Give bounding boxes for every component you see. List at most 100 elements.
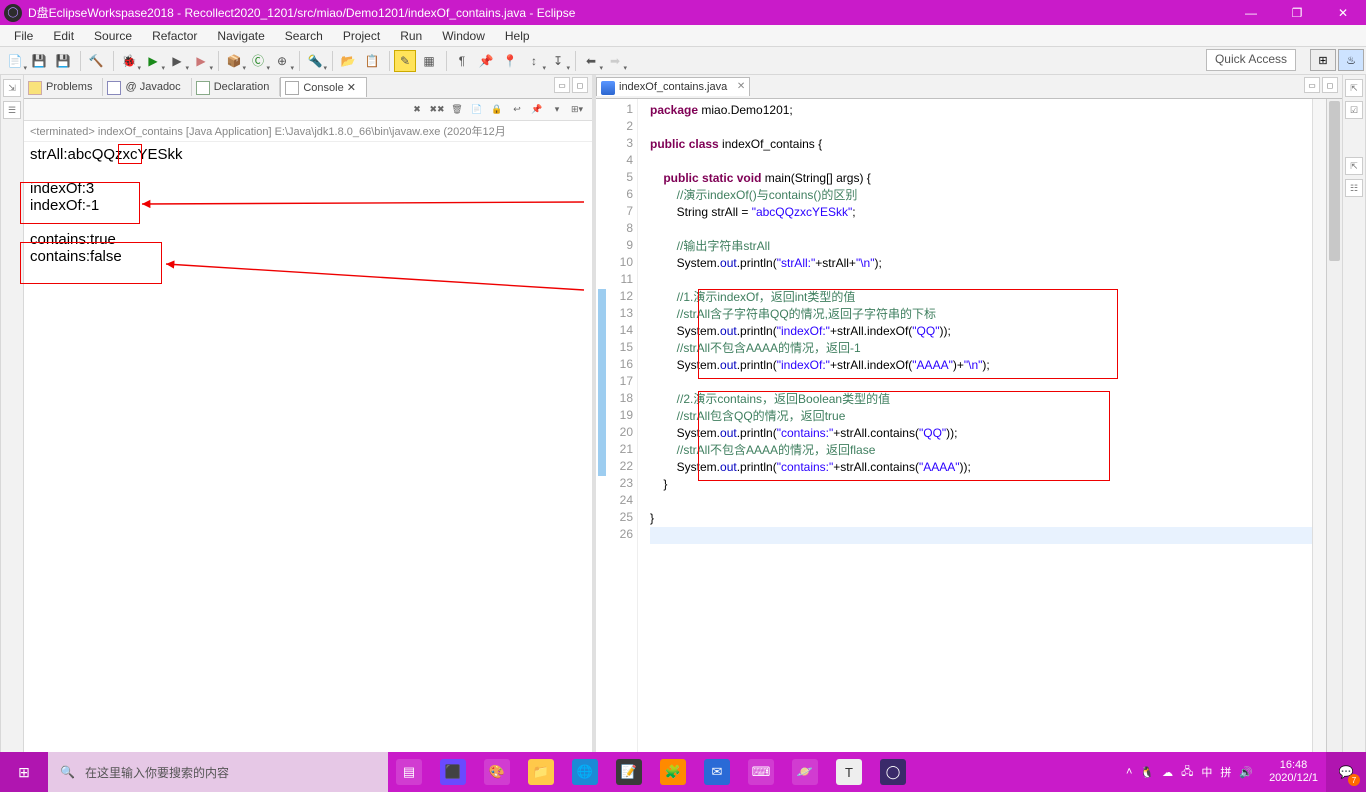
scroll-lock-icon[interactable]: 🔒 <box>488 101 506 119</box>
bottom-view-tabs: Problems @ Javadoc Declaration Console ✕… <box>24 75 592 99</box>
system-tray[interactable]: ˄ 🐧 ☁ 🖧 中 拼 🔊 <box>1126 763 1261 782</box>
remove-all-icon[interactable]: 🗑 <box>448 101 466 119</box>
taskbar-search[interactable]: 🔍 在这里输入你要搜索的内容 <box>48 752 388 792</box>
search-button[interactable]: 🔦 <box>304 50 326 72</box>
action-center-button[interactable]: 💬7 <box>1326 752 1366 792</box>
app-sogou-icon[interactable]: ⌨ <box>748 759 774 785</box>
forward-button[interactable]: ➡ <box>604 50 626 72</box>
tray-ime-lang[interactable]: 中 <box>1201 764 1212 780</box>
back-button[interactable]: ⬅ <box>580 50 602 72</box>
restore-right2-icon[interactable]: ⇱ <box>1345 157 1363 175</box>
menu-project[interactable]: Project <box>333 27 390 45</box>
app-icon-1[interactable]: ⬛ <box>440 759 466 785</box>
clear-console-icon[interactable]: 📄 <box>468 101 486 119</box>
package-explorer-icon[interactable]: ☰ <box>3 101 21 119</box>
app-notes-icon[interactable]: 📝 <box>616 759 642 785</box>
tray-volume-icon[interactable]: 🔊 <box>1239 766 1253 779</box>
console-toolbar: ✖ ✖✖ 🗑 📄 🔒 ↩ 📌 ▾ ⊞▾ <box>24 99 592 121</box>
app-edge-icon[interactable]: 🌐 <box>572 759 598 785</box>
editor-minimize-button[interactable]: ▭ <box>1304 77 1320 93</box>
tray-onedrive-icon[interactable]: ☁ <box>1162 766 1173 779</box>
debug-button[interactable]: 🐞 <box>118 50 140 72</box>
editor-maximize-button[interactable]: ◻ <box>1322 77 1338 93</box>
restore-icon[interactable]: ⇲ <box>3 79 21 97</box>
pin-console-icon[interactable]: 📌 <box>528 101 546 119</box>
outline-icon[interactable]: ☷ <box>1345 179 1363 197</box>
open-perspective-button[interactable]: ⊞ <box>1310 49 1336 71</box>
new-button[interactable]: 📄 <box>4 50 26 72</box>
line-number-gutter[interactable]: 1234567891011121314151617181920212223242… <box>610 99 638 752</box>
close-tab-icon[interactable]: ✕ <box>737 81 745 92</box>
app-eclipse-icon[interactable]: ◯ <box>880 759 906 785</box>
app-text-icon[interactable]: T <box>836 759 862 785</box>
new-package-button[interactable]: 📦 <box>223 50 245 72</box>
search-icon: 🔍 <box>60 765 75 779</box>
restore-right-icon[interactable]: ⇱ <box>1345 79 1363 97</box>
display-select-icon[interactable]: ▾ <box>548 101 566 119</box>
word-wrap-icon[interactable]: ↩ <box>508 101 526 119</box>
open-type-button[interactable]: 📂 <box>337 50 359 72</box>
toggle-block-button[interactable]: ▦ <box>418 50 440 72</box>
open-console-icon[interactable]: ⊞▾ <box>568 101 586 119</box>
close-button[interactable]: ✕ <box>1320 0 1366 25</box>
menu-file[interactable]: File <box>4 27 43 45</box>
task-list-icon[interactable]: ☑ <box>1345 101 1363 119</box>
taskbar-clock[interactable]: 16:48 2020/12/1 <box>1261 759 1326 785</box>
app-mail-icon[interactable]: ✉ <box>704 759 730 785</box>
quick-access-input[interactable]: Quick Access <box>1206 49 1296 71</box>
coverage-button[interactable]: ▶ <box>190 50 212 72</box>
terminate-relaunch-icon[interactable]: ✖ <box>408 101 426 119</box>
tray-network-icon[interactable]: 🖧 <box>1181 763 1193 782</box>
window-title: D盘EclipseWorkspase2018 - Recollect2020_1… <box>26 4 1228 21</box>
menu-window[interactable]: Window <box>432 27 495 45</box>
main-toolbar: 📄 💾 💾 🔨 🐞 ▶ ▶ ▶ 📦 Ⓒ ⊕ 🔦 📂 📋 ✎ ▦ ¶ 📌 📍 ↕ … <box>0 47 1366 75</box>
menu-refactor[interactable]: Refactor <box>142 27 207 45</box>
java-perspective-button[interactable]: ♨ <box>1338 49 1364 71</box>
left-trim-stack: ⇲ ☰ <box>0 75 24 752</box>
editor-scrollbar[interactable] <box>1326 99 1342 752</box>
annotation-nav-button[interactable]: ↕ <box>523 50 545 72</box>
task-view-icon[interactable]: ▤ <box>396 759 422 785</box>
open-task-button[interactable]: 📋 <box>361 50 383 72</box>
app-browser2-icon[interactable]: 🪐 <box>792 759 818 785</box>
toggle-mark-button[interactable]: ✎ <box>394 50 416 72</box>
save-button[interactable]: 💾 <box>28 50 50 72</box>
editor-tab-indexof-contains[interactable]: indexOf_contains.java ✕ <box>596 77 750 96</box>
minimize-button[interactable]: — <box>1228 0 1274 25</box>
new-class-button[interactable]: Ⓒ <box>247 50 269 72</box>
menu-search[interactable]: Search <box>275 27 333 45</box>
menu-help[interactable]: Help <box>495 27 540 45</box>
run-last-button[interactable]: ▶ <box>166 50 188 72</box>
tray-qq-icon[interactable]: 🐧 <box>1140 766 1154 779</box>
save-all-button[interactable]: 💾 <box>52 50 74 72</box>
view-minimize-button[interactable]: ▭ <box>554 77 570 93</box>
next-annotation-button[interactable]: ↧ <box>547 50 569 72</box>
menu-navigate[interactable]: Navigate <box>207 27 274 45</box>
window-titlebar: ◯ D盘EclipseWorkspase2018 - Recollect2020… <box>0 0 1366 25</box>
pin2-button[interactable]: 📍 <box>499 50 521 72</box>
pin-button[interactable]: 📌 <box>475 50 497 72</box>
maximize-button[interactable]: ❐ <box>1274 0 1320 25</box>
build-button[interactable]: 🔨 <box>85 50 107 72</box>
tab-javadoc[interactable]: @ Javadoc <box>103 78 191 96</box>
menu-run[interactable]: Run <box>390 27 432 45</box>
view-maximize-button[interactable]: ◻ <box>572 77 588 93</box>
editor-tabs: indexOf_contains.java ✕ ▭ ◻ <box>596 75 1342 99</box>
new-type-button[interactable]: ⊕ <box>271 50 293 72</box>
menu-bar: File Edit Source Refactor Navigate Searc… <box>0 25 1366 47</box>
tab-declaration[interactable]: Declaration <box>192 78 281 96</box>
tray-ime-kb[interactable]: 拼 <box>1220 764 1231 780</box>
start-button[interactable]: ⊞ <box>0 752 48 792</box>
show-whitespace-button[interactable]: ¶ <box>451 50 473 72</box>
run-button[interactable]: ▶ <box>142 50 164 72</box>
menu-source[interactable]: Source <box>84 27 142 45</box>
app-wps-icon[interactable]: 🧩 <box>660 759 686 785</box>
remove-launch-icon[interactable]: ✖✖ <box>428 101 446 119</box>
app-explorer-icon[interactable]: 📁 <box>528 759 554 785</box>
app-paint-icon[interactable]: 🎨 <box>484 759 510 785</box>
menu-edit[interactable]: Edit <box>43 27 84 45</box>
tab-problems[interactable]: Problems <box>24 78 103 96</box>
console-output[interactable]: strAll:abcQQzxcYESkk indexOf:3 indexOf:-… <box>24 142 592 702</box>
code-editor[interactable]: 1234567891011121314151617181920212223242… <box>596 99 1342 752</box>
tab-console[interactable]: Console ✕ <box>280 77 367 97</box>
